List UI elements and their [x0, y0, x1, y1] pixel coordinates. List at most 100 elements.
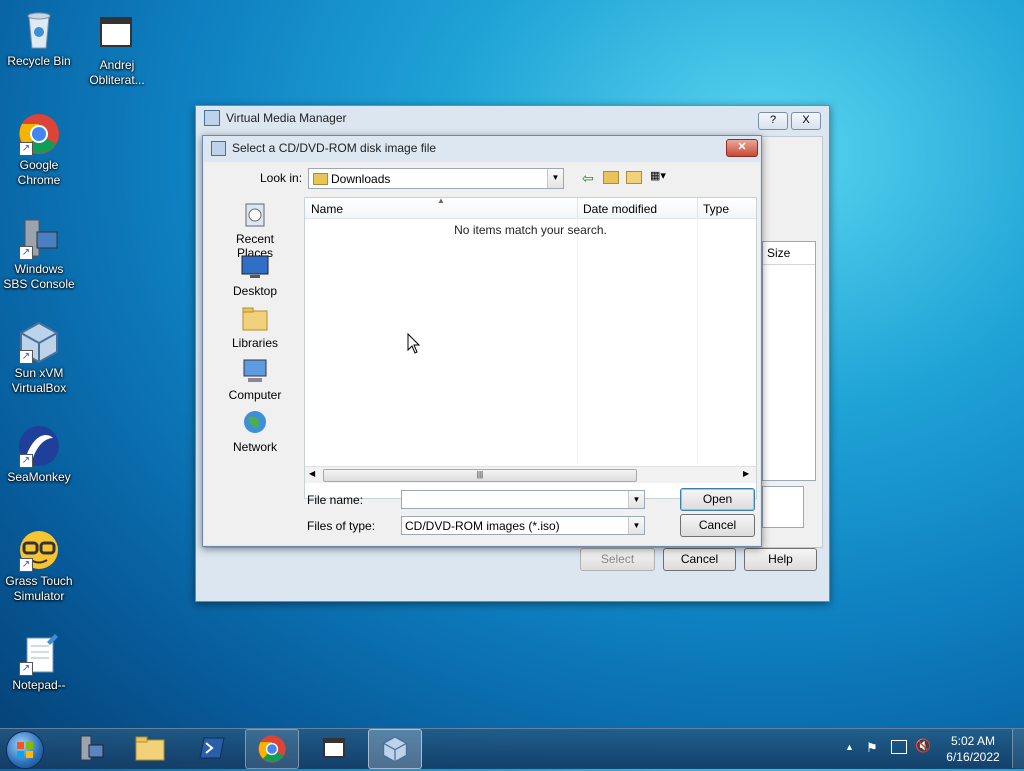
sort-up-icon: ▲ [437, 196, 445, 205]
desktop-icon-andrej[interactable]: Andrej Obliterat... [79, 12, 155, 88]
taskbar-virtualbox[interactable] [368, 729, 422, 769]
taskbar-app-window[interactable] [308, 729, 360, 767]
taskbar-sbs-console[interactable] [64, 729, 116, 767]
open-button[interactable]: Open [680, 488, 755, 511]
nerd-face-icon: ↗ [17, 528, 61, 572]
mouse-cursor-icon [407, 332, 421, 358]
up-folder-icon[interactable] [603, 171, 619, 184]
server-console-icon: ↗ [17, 216, 61, 260]
look-in-value: Downloads [331, 172, 391, 186]
back-icon[interactable]: ⇦ [582, 170, 594, 187]
server-console-icon [80, 735, 104, 761]
chevron-down-icon[interactable]: ▼ [628, 517, 644, 534]
files-of-type-label: Files of type: [307, 519, 376, 533]
scrollbar-thumb[interactable]: ||| [323, 469, 637, 482]
column-date-modified[interactable]: Date modified [583, 202, 657, 216]
start-button[interactable] [6, 731, 44, 769]
windows-logo-icon [17, 742, 33, 758]
place-libraries[interactable]: Libraries [218, 304, 292, 350]
column-name[interactable]: Name [311, 202, 343, 216]
new-folder-icon[interactable] [626, 171, 642, 184]
shortcut-arrow-icon: ↗ [19, 350, 33, 364]
show-hidden-icons-button[interactable]: ▲ [845, 742, 854, 752]
scroll-left-icon[interactable]: ◀ [309, 469, 315, 478]
vmm-cancel-button[interactable]: Cancel [663, 548, 736, 571]
recycle-bin-icon [17, 8, 61, 52]
clock-time: 5:02 AM [950, 734, 996, 748]
desktop-icon-label: Recycle Bin [7, 54, 71, 68]
column-divider[interactable] [577, 198, 578, 218]
desktop-icon-virtualbox[interactable]: ↗ Sun xVM VirtualBox [1, 320, 77, 396]
place-computer[interactable]: Computer [218, 356, 292, 402]
desktop-icon-grass-touch-simulator[interactable]: ↗ Grass Touch Simulator [1, 528, 77, 604]
empty-message: No items match your search. [454, 223, 607, 237]
network-tray-icon[interactable] [891, 740, 907, 754]
desktop-icon-recycle-bin[interactable]: Recycle Bin [1, 8, 77, 69]
files-of-type-select[interactable]: CD/DVD-ROM images (*.iso) ▼ [401, 516, 645, 535]
dialog-close-button[interactable]: ✕ [726, 139, 758, 157]
file-name-input[interactable]: ▼ [401, 490, 645, 509]
files-of-type-value: CD/DVD-ROM images (*.iso) [405, 519, 560, 533]
look-in-dropdown[interactable]: Downloads ▼ [308, 168, 564, 189]
place-label: Network [232, 440, 277, 454]
window-app-icon [95, 12, 139, 56]
clock[interactable]: 5:02 AM 6/16/2022 [940, 733, 1006, 765]
select-iso-dialog: Select a CD/DVD-ROM disk image file ✕ Lo… [202, 135, 762, 547]
file-list-header: Name ▲ Date modified Type [305, 196, 756, 219]
desktop-icon-windows-sbs-console[interactable]: ↗ Windows SBS Console [1, 216, 77, 292]
shortcut-arrow-icon: ↗ [19, 246, 33, 260]
chevron-down-icon[interactable]: ▼ [628, 491, 644, 508]
cancel-button[interactable]: Cancel [680, 514, 755, 537]
vmm-titlebar: Virtual Media Manager [196, 106, 829, 130]
column-separator [577, 218, 578, 464]
show-desktop-button[interactable] [1012, 729, 1024, 768]
desktop-icon-notepad[interactable]: ↗ Notepad-- [1, 632, 77, 693]
virtualbox-icon [382, 736, 408, 763]
desktop-icon-label: Sun xVM VirtualBox [11, 366, 67, 395]
chrome-icon: ↗ [17, 112, 61, 156]
desktop-icon-label: Google Chrome [17, 158, 61, 187]
taskbar-explorer[interactable] [124, 729, 176, 767]
vmm-info-panel [762, 486, 804, 528]
shortcut-arrow-icon: ↗ [19, 558, 33, 572]
shortcut-arrow-icon: ↗ [19, 662, 33, 676]
libraries-icon [240, 304, 270, 334]
vmm-help-title-button[interactable]: ? [758, 112, 788, 130]
folder-icon [135, 736, 165, 761]
notepad-icon: ↗ [17, 632, 61, 676]
desktop-icon-label: Windows SBS Console [3, 262, 75, 291]
place-label: Desktop [232, 284, 278, 298]
folder-icon [313, 173, 328, 185]
view-menu-icon[interactable]: ▦▾ [650, 171, 672, 182]
chrome-icon [258, 735, 286, 763]
desktop-icon-label: Grass Touch Simulator [5, 574, 73, 603]
vmm-column-size[interactable]: Size [763, 242, 815, 265]
taskbar-powershell[interactable] [186, 729, 238, 767]
powershell-icon [199, 737, 225, 759]
horizontal-scrollbar[interactable]: ◀ ||| ▶ [305, 466, 756, 483]
seamonkey-icon: ↗ [17, 424, 61, 468]
chevron-down-icon[interactable]: ▼ [547, 169, 563, 188]
place-label: Computer [228, 388, 282, 402]
file-list[interactable]: Name ▲ Date modified Type No items match… [304, 196, 757, 499]
vmm-close-title-button[interactable]: X [791, 112, 821, 130]
action-center-flag-icon[interactable]: ⚑ [866, 740, 878, 756]
vmm-select-button[interactable]: Select [580, 548, 655, 571]
volume-muted-icon[interactable]: 🔇 [915, 738, 931, 754]
network-globe-icon [240, 408, 270, 438]
column-type[interactable]: Type [703, 202, 729, 216]
shortcut-arrow-icon: ↗ [19, 454, 33, 468]
desktop-icon-label: Andrej Obliterat... [89, 58, 145, 87]
desktop-icon-seamonkey[interactable]: ↗ SeaMonkey [1, 424, 77, 485]
dialog-body: Look in: Downloads ▼ ⇦ ▦▾ Recent Places … [204, 162, 760, 545]
column-divider[interactable] [697, 198, 698, 218]
look-in-label: Look in: [260, 171, 303, 185]
vmm-help-button[interactable]: Help [744, 548, 817, 571]
scroll-right-icon[interactable]: ▶ [743, 469, 749, 478]
desktop-icon-google-chrome[interactable]: ↗ Google Chrome [1, 112, 77, 188]
place-recent-places[interactable]: Recent Places [218, 200, 292, 260]
recent-places-icon [240, 200, 270, 230]
taskbar-chrome[interactable] [245, 729, 299, 769]
place-network[interactable]: Network [218, 408, 292, 454]
place-desktop[interactable]: Desktop [218, 252, 292, 298]
